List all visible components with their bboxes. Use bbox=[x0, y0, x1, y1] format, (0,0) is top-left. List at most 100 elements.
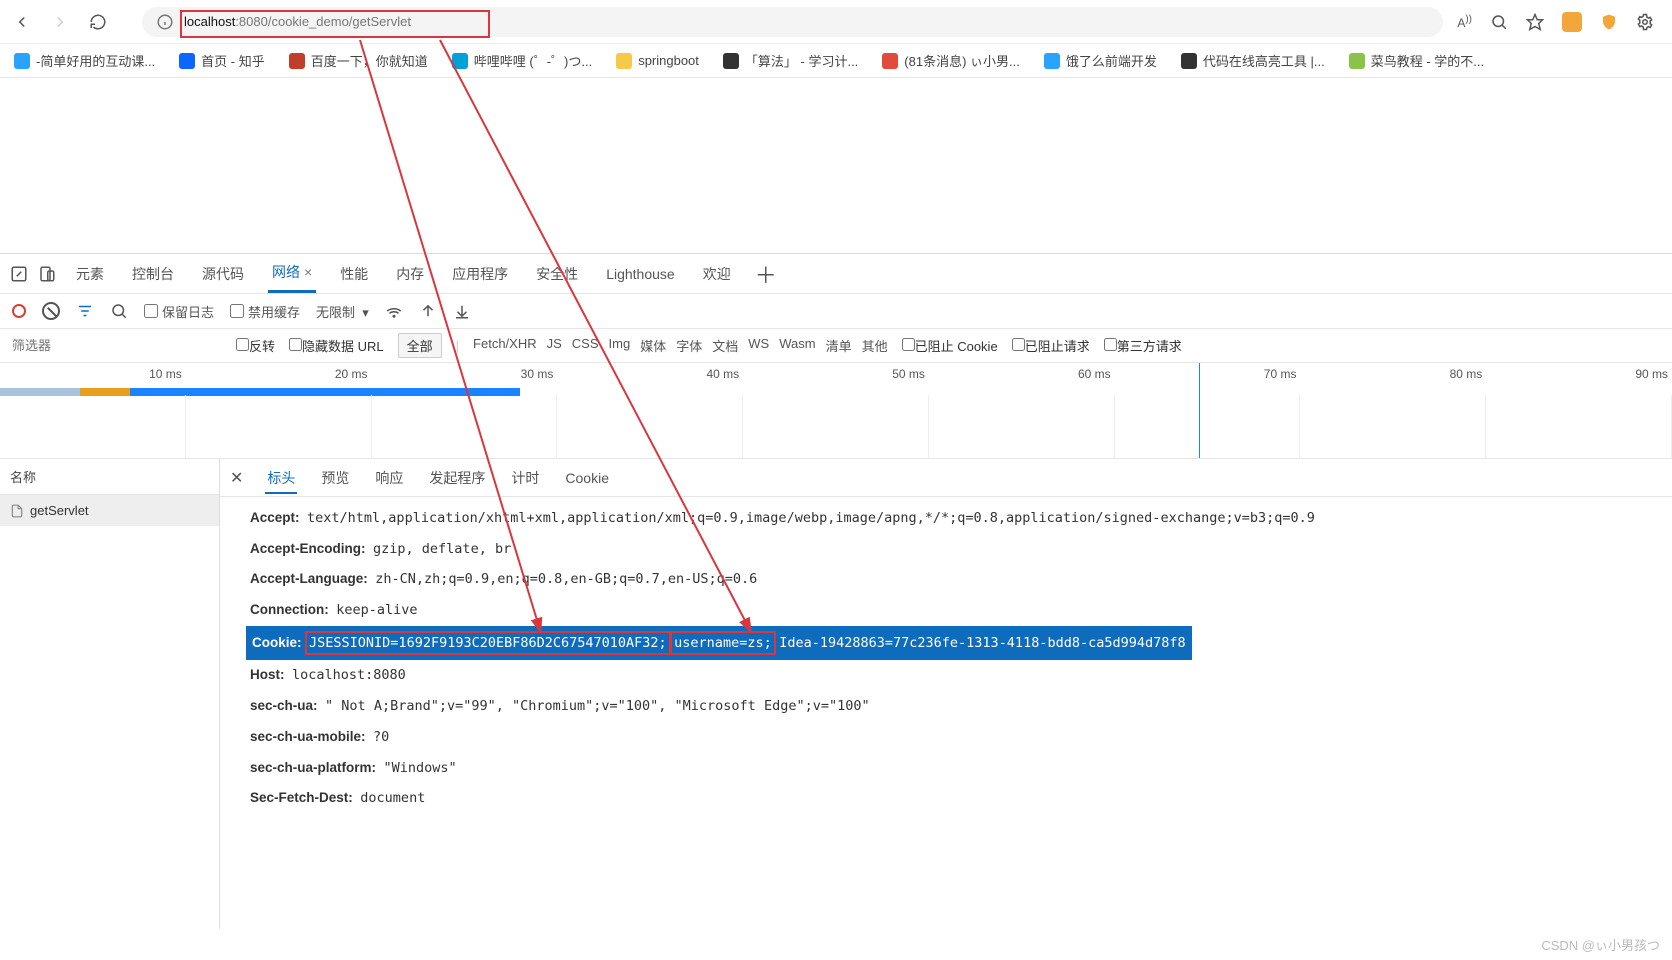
upload-har-icon[interactable] bbox=[419, 302, 437, 320]
blocked-requests-checkbox[interactable]: 已阻止请求 bbox=[1012, 336, 1090, 355]
bookmark-item[interactable]: 百度一下，你就知道 bbox=[289, 51, 428, 70]
name-column: 名称 getServlet bbox=[0, 459, 220, 929]
devtools-tab[interactable]: 网络× bbox=[268, 254, 316, 293]
bookmark-item[interactable]: 哔哩哔哩 (゜-゜)つ... bbox=[452, 51, 592, 70]
filter-all[interactable]: 全部 bbox=[398, 333, 442, 358]
bookmark-item[interactable]: 首页 - 知乎 bbox=[179, 51, 265, 70]
cookie-header-row: Cookie: JSESSIONID=1692F9193C20EBF86D2C6… bbox=[246, 626, 1192, 661]
refresh-button[interactable] bbox=[86, 10, 110, 34]
timeline-label: 40 ms bbox=[557, 367, 743, 381]
address-bar: localhost:8080/cookie_demo/getServlet A)… bbox=[0, 0, 1672, 44]
timeline-label: 10 ms bbox=[0, 367, 186, 381]
filter-type[interactable]: Img bbox=[609, 336, 631, 355]
favicon bbox=[289, 53, 305, 69]
devtools-tab[interactable]: 欢迎 bbox=[699, 256, 735, 292]
hide-data-url-checkbox[interactable]: 隐藏数据 URL bbox=[289, 336, 384, 355]
filter-type[interactable]: Wasm bbox=[779, 336, 815, 355]
bookmark-item[interactable]: 菜鸟教程 - 学的不... bbox=[1349, 51, 1484, 70]
devtools-tab[interactable]: 内存 bbox=[392, 256, 428, 292]
filter-icon[interactable] bbox=[76, 302, 94, 320]
devtools-tab[interactable]: 安全性 bbox=[532, 256, 582, 292]
site-info-icon bbox=[156, 13, 174, 31]
clear-button[interactable] bbox=[42, 302, 60, 320]
bookmark-item[interactable]: springboot bbox=[616, 53, 699, 69]
device-icon[interactable] bbox=[38, 265, 56, 283]
favicon bbox=[882, 53, 898, 69]
network-conditions-icon[interactable] bbox=[385, 302, 403, 320]
detail-tab[interactable]: 预览 bbox=[319, 464, 351, 492]
name-header: 名称 bbox=[0, 459, 219, 495]
detail-tab[interactable]: 标头 bbox=[265, 464, 297, 494]
timeline-label: 70 ms bbox=[1115, 367, 1301, 381]
filter-type[interactable]: CSS bbox=[572, 336, 599, 355]
filter-type[interactable]: 字体 bbox=[676, 336, 702, 355]
devtools-tab[interactable]: 控制台 bbox=[128, 256, 178, 292]
request-row[interactable]: getServlet bbox=[0, 495, 219, 526]
filter-type[interactable]: WS bbox=[748, 336, 769, 355]
request-headers: Accept: text/html,application/xhtml+xml,… bbox=[220, 497, 1672, 834]
favicon bbox=[179, 53, 195, 69]
search-icon[interactable] bbox=[1490, 13, 1508, 31]
detail-tab[interactable]: 响应 bbox=[373, 464, 405, 492]
filter-row: 反转 隐藏数据 URL 全部 | Fetch/XHRJSCSSImg媒体字体文档… bbox=[0, 329, 1672, 363]
page-viewport bbox=[0, 78, 1672, 253]
favicon bbox=[616, 53, 632, 69]
filter-type[interactable]: 媒体 bbox=[640, 336, 666, 355]
back-button[interactable] bbox=[10, 10, 34, 34]
devtools-tab[interactable]: 性能 bbox=[336, 256, 372, 292]
preserve-log-checkbox[interactable]: 保留日志 bbox=[144, 302, 214, 321]
invert-checkbox[interactable]: 反转 bbox=[236, 336, 275, 355]
favicon bbox=[1181, 53, 1197, 69]
ext-icon-1[interactable] bbox=[1562, 12, 1582, 32]
record-button[interactable] bbox=[12, 304, 26, 318]
close-detail-button[interactable]: ✕ bbox=[230, 468, 243, 488]
devtools-tab[interactable]: Lighthouse bbox=[602, 258, 679, 290]
settings-icon[interactable] bbox=[1636, 13, 1654, 31]
throttle-select[interactable]: 无限制 ▾ bbox=[316, 302, 369, 321]
request-name: getServlet bbox=[30, 503, 89, 518]
inspect-icon[interactable] bbox=[10, 265, 28, 283]
favicon bbox=[1349, 53, 1365, 69]
watermark: CSDN @ぃ小男孩つ bbox=[1541, 935, 1660, 954]
detail-tab[interactable]: Cookie bbox=[563, 464, 611, 492]
detail-tab[interactable]: 发起程序 bbox=[427, 464, 487, 492]
bookmark-item[interactable]: 代码在线高亮工具 |... bbox=[1181, 51, 1325, 70]
search-icon-2[interactable] bbox=[110, 302, 128, 320]
timeline-label: 90 ms bbox=[1486, 367, 1672, 381]
timeline-label: 60 ms bbox=[929, 367, 1115, 381]
network-split: 名称 getServlet ✕ 标头预览响应发起程序计时 Cookie Accep… bbox=[0, 459, 1672, 929]
timeline[interactable]: 10 ms20 ms30 ms40 ms50 ms60 ms70 ms80 ms… bbox=[0, 363, 1672, 459]
favicon bbox=[14, 53, 30, 69]
read-aloud-icon[interactable]: A)) bbox=[1457, 14, 1472, 30]
favicon bbox=[1044, 53, 1060, 69]
bookmark-item[interactable]: 饿了么前端开发 bbox=[1044, 51, 1157, 70]
devtools-tabstrip: 元素控制台源代码网络× 性能内存应用程序安全性 Lighthouse 欢迎 ＋ bbox=[0, 253, 1672, 293]
filter-type[interactable]: 清单 bbox=[826, 336, 852, 355]
devtools-tab[interactable]: 源代码 bbox=[198, 256, 248, 292]
favicon bbox=[452, 53, 468, 69]
filter-type[interactable]: Fetch/XHR bbox=[473, 336, 537, 355]
more-tabs-button[interactable]: ＋ bbox=[755, 258, 777, 290]
detail-tab[interactable]: 计时 bbox=[509, 464, 541, 492]
download-har-icon[interactable] bbox=[453, 302, 471, 320]
filter-type[interactable]: 其他 bbox=[862, 336, 888, 355]
devtools-tab[interactable]: 应用程序 bbox=[448, 256, 512, 292]
url-bar[interactable]: localhost:8080/cookie_demo/getServlet bbox=[142, 7, 1443, 37]
blocked-cookies-checkbox[interactable]: 已阻止 Cookie bbox=[902, 336, 998, 355]
filter-input[interactable] bbox=[12, 338, 222, 353]
bookmark-item[interactable]: 「算法」 - 学习计... bbox=[723, 51, 858, 70]
disable-cache-checkbox[interactable]: 禁用缓存 bbox=[230, 302, 300, 321]
timeline-label: 20 ms bbox=[186, 367, 372, 381]
bookmark-item[interactable]: -简单好用的互动课... bbox=[14, 51, 155, 70]
filter-type[interactable]: 文档 bbox=[712, 336, 738, 355]
timeline-label: 50 ms bbox=[743, 367, 929, 381]
favorite-icon[interactable] bbox=[1526, 13, 1544, 31]
bookmark-item[interactable]: (81条消息) ぃ小男... bbox=[882, 51, 1020, 70]
devtools-tab[interactable]: 元素 bbox=[72, 256, 108, 292]
shield-icon[interactable] bbox=[1600, 13, 1618, 31]
bookmarks-bar: -简单好用的互动课... 首页 - 知乎 百度一下，你就知道 哔哩哔哩 (゜-゜)つ.… bbox=[0, 44, 1672, 78]
network-toolbar: 保留日志 禁用缓存 无限制 ▾ bbox=[0, 293, 1672, 329]
forward-button[interactable] bbox=[48, 10, 72, 34]
filter-type[interactable]: JS bbox=[547, 336, 562, 355]
third-party-checkbox[interactable]: 第三方请求 bbox=[1104, 336, 1182, 355]
